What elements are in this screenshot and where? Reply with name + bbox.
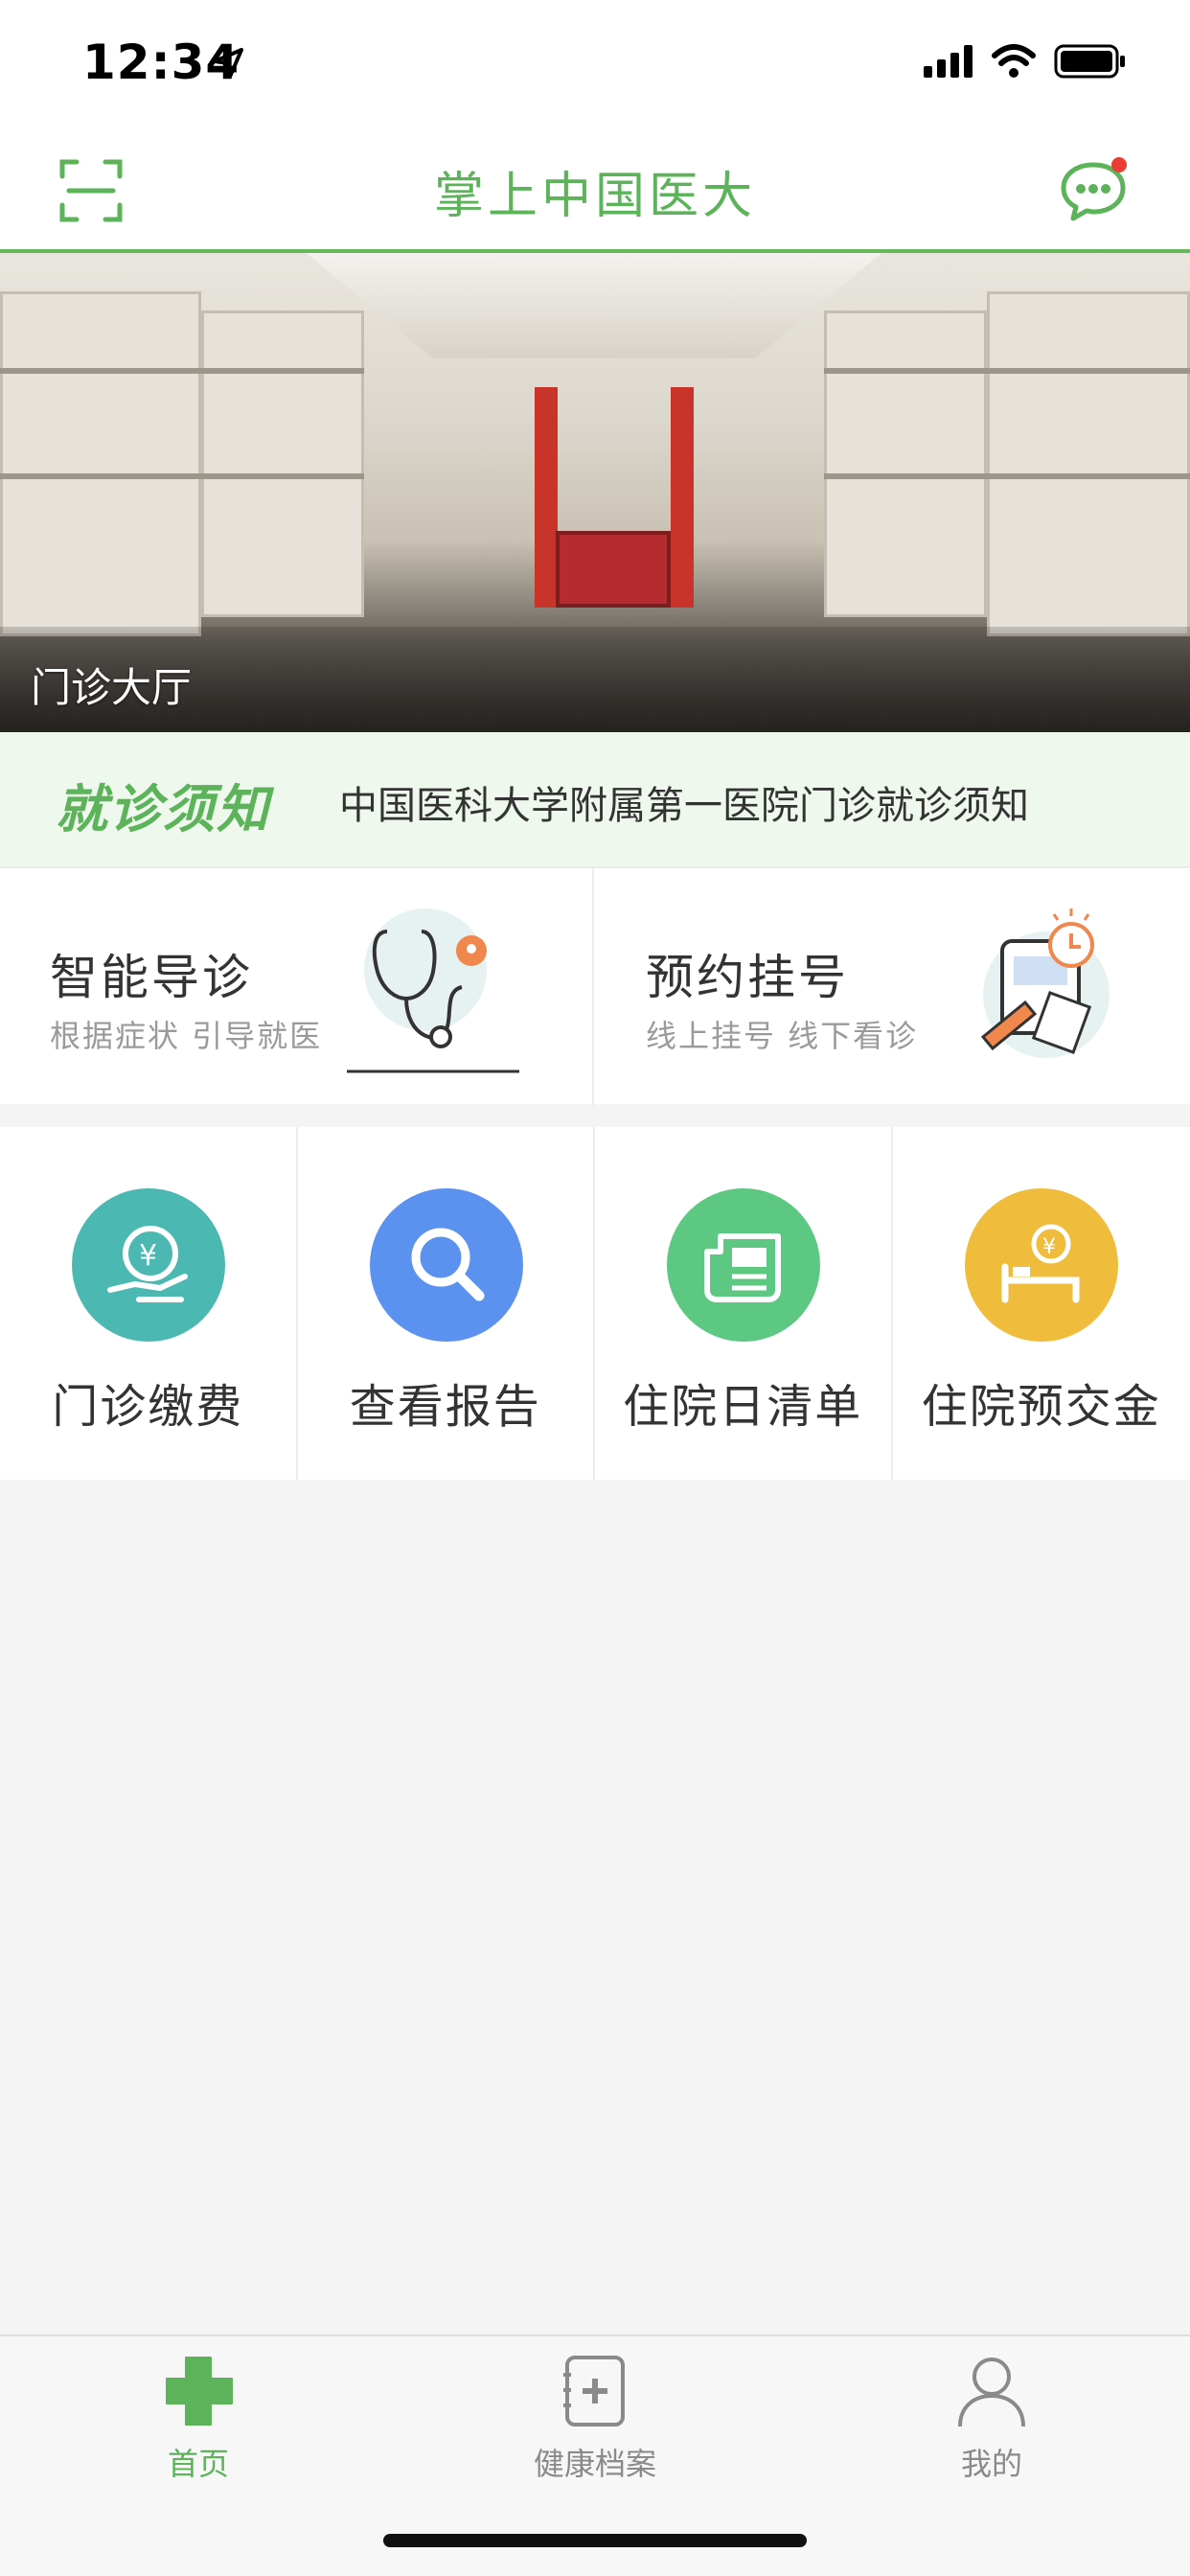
location-arrow-icon bbox=[213, 48, 243, 79]
service-daily-bill[interactable]: 住院日清单 bbox=[595, 1127, 893, 1480]
feature-title: 智能导诊 bbox=[50, 950, 253, 1005]
banner-photo-red-banner bbox=[535, 387, 558, 608]
message-icon[interactable] bbox=[1060, 155, 1131, 222]
svg-text:¥: ¥ bbox=[139, 1239, 157, 1273]
home-indicator[interactable] bbox=[383, 2534, 807, 2547]
page-title: 掌上中国医大 bbox=[433, 168, 756, 225]
nav-bar: 掌上中国医大 bbox=[0, 126, 1190, 253]
feature-subtitle: 根据症状 引导就医 bbox=[50, 1018, 323, 1054]
feature-cards: 智能导诊 根据症状 引导就医 预约挂号 线上挂号 线下看诊 bbox=[0, 866, 1190, 1106]
unread-badge bbox=[1111, 157, 1127, 172]
stethoscope-icon bbox=[347, 908, 519, 1073]
feature-subtitle: 线上挂号 线下看诊 bbox=[646, 1018, 919, 1054]
cellular-signal-icon bbox=[924, 45, 973, 78]
feature-appointment[interactable]: 预约挂号 线上挂号 线下看诊 bbox=[596, 868, 1190, 1106]
appointment-clock-icon bbox=[980, 908, 1110, 1058]
notice-bar[interactable]: 就诊须知 中国医科大学附属第一医院门诊就诊须知 bbox=[0, 732, 1190, 866]
payment-hand-icon: ¥ bbox=[72, 1188, 225, 1342]
notice-text[interactable]: 中国医科大学附属第一医院门诊就诊须知 bbox=[339, 774, 1029, 830]
notice-tag: 就诊须知 bbox=[56, 779, 270, 840]
feature-smart-triage[interactable]: 智能导诊 根据症状 引导就医 bbox=[0, 868, 594, 1106]
banner-photo-left-floor bbox=[0, 291, 201, 636]
service-grid: ¥ 门诊缴费 查看报告 住院日清单 ¥ 住院预交金 bbox=[0, 1127, 1190, 1480]
service-deposit[interactable]: ¥ 住院预交金 bbox=[893, 1127, 1190, 1480]
newspaper-icon bbox=[667, 1188, 820, 1342]
tab-label: 首页 bbox=[167, 2446, 229, 2482]
service-outpatient-payment[interactable]: ¥ 门诊缴费 bbox=[0, 1127, 298, 1480]
banner-photo-red-banner bbox=[671, 387, 694, 608]
tab-profile[interactable]: 我的 bbox=[793, 2336, 1190, 2499]
banner-photo-right-floor bbox=[987, 291, 1190, 636]
service-label: 门诊缴费 bbox=[52, 1380, 244, 1434]
banner-carousel[interactable]: 门诊大厅 bbox=[0, 253, 1190, 732]
service-label: 住院预交金 bbox=[921, 1380, 1161, 1434]
banner-photo-left-gallery bbox=[201, 310, 364, 617]
wifi-icon bbox=[992, 44, 1036, 78]
feature-title: 预约挂号 bbox=[646, 950, 849, 1005]
health-record-icon bbox=[563, 2356, 625, 2426]
tab-home[interactable]: 首页 bbox=[0, 2336, 397, 2499]
tab-label: 我的 bbox=[960, 2446, 1022, 2482]
profile-icon bbox=[958, 2358, 1025, 2427]
banner-photo-right-gallery bbox=[824, 310, 987, 617]
banner-caption: 门诊大厅 bbox=[31, 664, 193, 711]
status-bar: 12:34 bbox=[0, 0, 1190, 126]
battery-icon bbox=[1054, 44, 1125, 79]
svg-text:¥: ¥ bbox=[1042, 1235, 1056, 1259]
tab-health-record[interactable]: 健康档案 bbox=[397, 2336, 793, 2499]
tab-label: 健康档案 bbox=[533, 2446, 656, 2482]
service-label: 住院日清单 bbox=[623, 1380, 863, 1434]
bed-coin-icon: ¥ bbox=[964, 1188, 1118, 1342]
banner-photo-screen bbox=[556, 531, 671, 608]
service-view-report[interactable]: 查看报告 bbox=[298, 1127, 595, 1480]
status-icons bbox=[924, 42, 1127, 80]
service-label: 查看报告 bbox=[349, 1380, 541, 1434]
search-icon bbox=[369, 1188, 523, 1342]
home-cross-icon bbox=[166, 2357, 233, 2426]
banner-photo-ceiling bbox=[307, 253, 881, 358]
